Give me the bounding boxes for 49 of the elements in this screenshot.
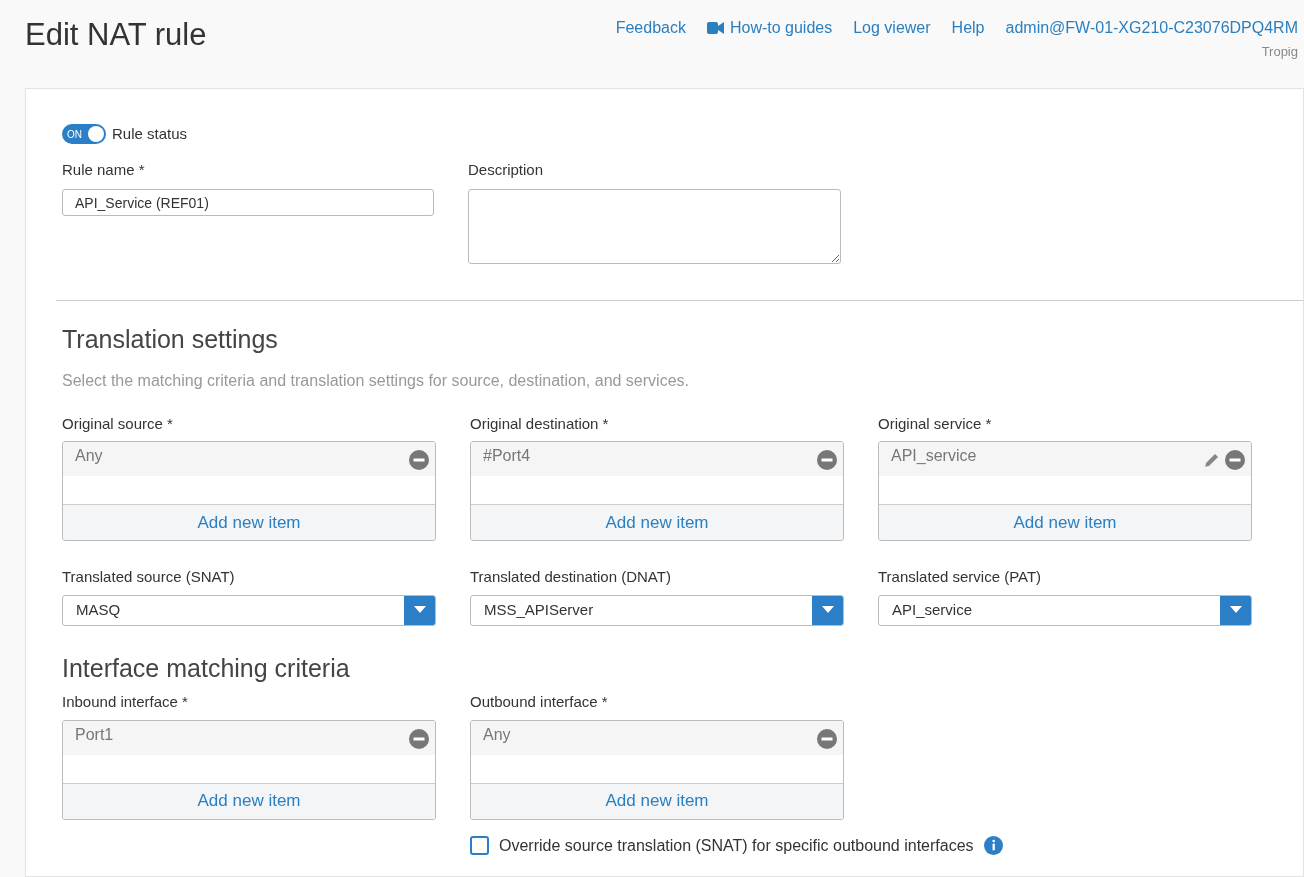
caret-icon	[413, 606, 426, 614]
dropdown[interactable]: MASQ	[62, 594, 436, 626]
header-link[interactable]: Log viewer	[853, 16, 931, 40]
remove-icon[interactable]	[1225, 450, 1245, 470]
checkbox-label: Override source translation (SNAT) for specific outbound interfaces	[499, 835, 974, 856]
add-new-item-button[interactable]: Add new item	[471, 504, 843, 540]
organization-name: Tropig	[1261, 43, 1298, 61]
remove-icon[interactable]	[817, 450, 837, 470]
pencil-icon[interactable]	[1203, 451, 1221, 469]
add-new-item-button[interactable]: Add new item	[63, 782, 435, 819]
field-label: Description	[468, 159, 545, 180]
add-new-item-button[interactable]: Add new item	[471, 782, 843, 819]
checkbox[interactable]	[470, 836, 489, 855]
field-label: Original source *	[62, 413, 174, 434]
field-label: Translated service (PAT)	[878, 567, 1043, 587]
add-new-item-button[interactable]: Add new item	[879, 504, 1251, 540]
info-icon[interactable]	[983, 836, 1003, 855]
header-link[interactable]: Feedback	[615, 16, 686, 40]
section-description: Select the matching criteria and translation settings for source, destination, and services.	[62, 370, 690, 391]
field-label: Translated source (SNAT)	[62, 567, 236, 587]
field-label: Original destination *	[470, 413, 610, 434]
dropdown[interactable]: API_service	[878, 594, 1252, 626]
remove-icon[interactable]	[817, 728, 837, 749]
field-label: Outbound interface *	[470, 692, 609, 712]
user-link[interactable]: admin@FW-01-XG210-C23076DPQ4RM	[1005, 16, 1298, 40]
caret-icon	[821, 606, 834, 614]
field-label: Original service *	[878, 413, 993, 434]
header-link[interactable]: Help	[951, 16, 985, 40]
list-item[interactable]: API_service	[879, 442, 1251, 476]
header-link[interactable]: How-to guides	[706, 16, 833, 40]
list-item[interactable]: #Port4	[471, 442, 843, 476]
caret-icon	[1229, 606, 1242, 614]
rule-name-input[interactable]: API_Service (REF01)	[62, 189, 434, 216]
field-label: Translated destination (DNAT)	[470, 567, 672, 587]
remove-icon[interactable]	[409, 450, 429, 470]
video-camera-icon	[706, 22, 724, 34]
list-item[interactable]: Any	[471, 720, 843, 755]
dropdown[interactable]: MSS_APIServer	[470, 594, 844, 626]
toggle-switch[interactable]: ON	[62, 124, 106, 145]
field-label: Inbound interface *	[62, 692, 189, 712]
section-title: Translation settings	[62, 324, 279, 355]
toggle-label: Rule status	[112, 124, 188, 144]
list-item[interactable]: Any	[63, 442, 435, 476]
add-new-item-button[interactable]: Add new item	[63, 504, 435, 540]
page-title: Edit NAT rule	[25, 16, 207, 54]
list-item[interactable]: Port1	[63, 720, 435, 755]
field-label: Rule name *	[62, 159, 146, 180]
section-title: Interface matching criteria	[62, 652, 351, 684]
remove-icon[interactable]	[409, 728, 429, 749]
